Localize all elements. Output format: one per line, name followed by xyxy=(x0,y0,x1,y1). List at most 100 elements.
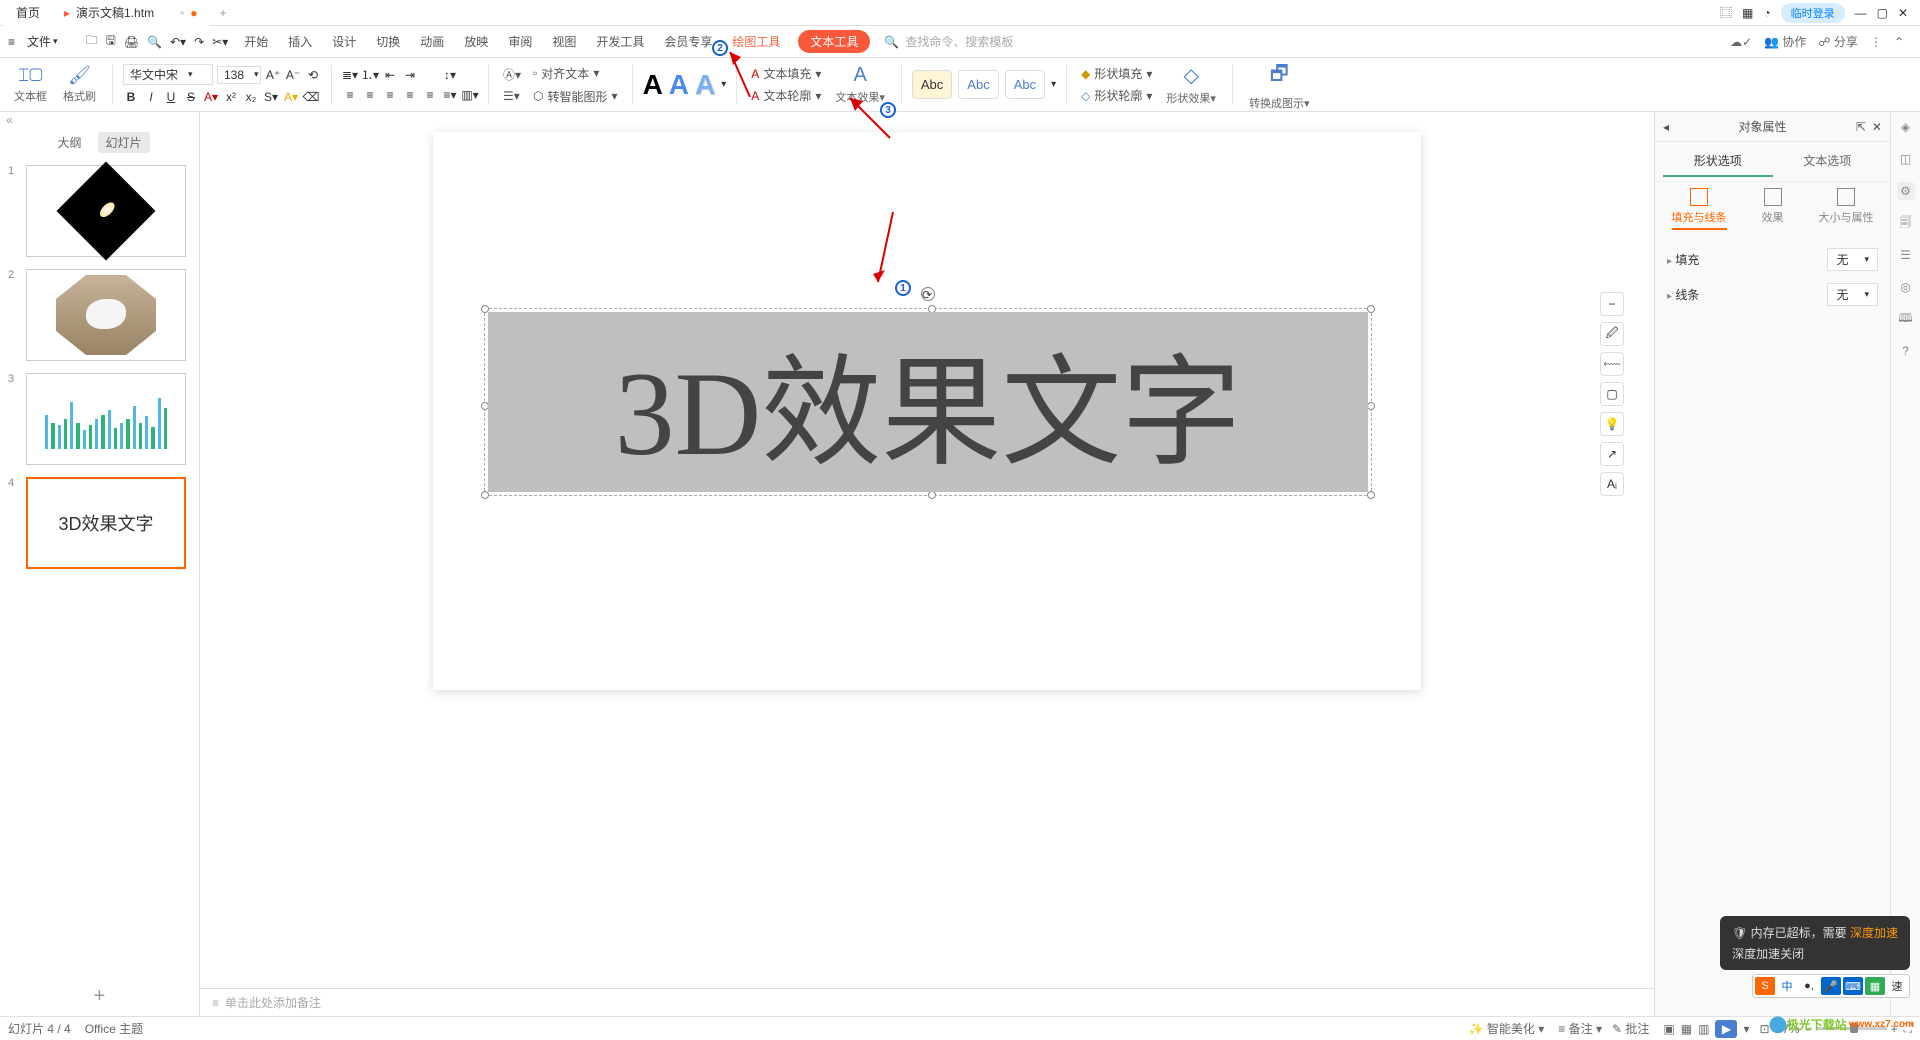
redo-icon[interactable]: ↷ xyxy=(194,35,204,49)
tab-review[interactable]: 审阅 xyxy=(506,33,534,50)
collapse-ribbon-icon[interactable]: ⌃ xyxy=(1894,35,1904,49)
fill-line-subtab[interactable]: 填充与线条 xyxy=(1672,188,1727,230)
text-fill-menu[interactable]: A文本填充▾ xyxy=(747,64,825,83)
italic-icon[interactable]: I xyxy=(143,89,159,105)
style-a-2[interactable]: A xyxy=(669,69,689,101)
abc-style-2[interactable]: Abc xyxy=(958,70,998,99)
line-section-toggle[interactable]: ▸ 线条 无▾ xyxy=(1665,277,1880,312)
numbering-icon[interactable]: ⒈▾ xyxy=(362,67,378,83)
add-slide-button[interactable]: + xyxy=(0,977,199,1016)
play-dropdown-icon[interactable]: ▾ xyxy=(1743,1022,1749,1036)
style-a-1[interactable]: A xyxy=(643,69,663,101)
align-justify-icon[interactable]: ≡ xyxy=(402,87,418,103)
idea-icon[interactable]: 💡 xyxy=(1600,412,1624,436)
ai-icon[interactable]: ⬳ xyxy=(1600,352,1624,376)
file-menu[interactable]: 文件▾ xyxy=(23,31,62,52)
style-a-3[interactable]: A xyxy=(695,69,715,101)
distribute-icon[interactable]: ≡ xyxy=(422,87,438,103)
grid-tool-icon[interactable]: ▢ xyxy=(1600,382,1624,406)
more-icon[interactable]: ⋮ xyxy=(1870,35,1882,49)
undo-icon[interactable]: ↶▾ xyxy=(170,35,186,49)
abc-style-3[interactable]: Abc xyxy=(1005,70,1045,99)
sup-icon[interactable]: x² xyxy=(223,89,239,105)
line-select[interactable]: 无▾ xyxy=(1827,283,1878,306)
arrow-tool-icon[interactable]: ↗ xyxy=(1600,442,1624,466)
line-spacing-icon[interactable]: ↕▾ xyxy=(442,67,458,83)
theme-name[interactable]: Office 主题 xyxy=(85,1020,143,1037)
text-options-tab[interactable]: 文本选项 xyxy=(1773,146,1883,177)
help-rail-icon[interactable]: ? xyxy=(1897,342,1915,360)
maximize-icon[interactable]: ▢ xyxy=(1877,6,1888,20)
font-name-select[interactable]: 华文中宋▾ xyxy=(123,64,213,85)
tab-dev[interactable]: 开发工具 xyxy=(594,33,646,50)
thumb-3[interactable]: 3 xyxy=(8,373,191,465)
ime-more-icon[interactable]: 速 xyxy=(1887,977,1907,995)
view-sorter-icon[interactable]: ▦ xyxy=(1681,1022,1692,1036)
font-shrink-icon[interactable]: A⁻ xyxy=(285,67,301,83)
view-reading-icon[interactable]: ▥ xyxy=(1698,1022,1709,1036)
thumb-4[interactable]: 4 3D效果文字 xyxy=(8,477,191,569)
panel-back-icon[interactable]: ◂ xyxy=(1663,120,1669,134)
more-styles-icon[interactable]: ▾ xyxy=(721,79,726,90)
zoom-out-icon[interactable]: − xyxy=(1600,292,1624,316)
slide-canvas[interactable]: ⟳ 3D效果文字 1 xyxy=(433,132,1421,690)
clear-format-icon[interactable]: ⌫ xyxy=(303,89,319,105)
rotate-handle-icon[interactable]: ⟳ xyxy=(921,287,935,301)
to-image-menu[interactable]: 🗗 转换成图示▾ xyxy=(1243,59,1316,111)
diamond-rail-icon[interactable]: ◈ xyxy=(1897,118,1915,136)
view-normal-icon[interactable]: ▣ xyxy=(1663,1022,1674,1036)
play-button[interactable]: ▶ xyxy=(1715,1020,1737,1038)
columns-icon[interactable]: ▥▾ xyxy=(462,87,478,103)
align-text-menu[interactable]: ▫对齐文本▾ xyxy=(529,64,622,83)
slide-count[interactable]: 幻灯片 4 / 4 xyxy=(8,1020,71,1037)
new-tab-button[interactable]: + xyxy=(210,6,237,20)
shadow-icon[interactable]: S▾ xyxy=(263,89,279,105)
tab-start[interactable]: 开始 xyxy=(242,33,270,50)
font-grow-icon[interactable]: A⁺ xyxy=(265,67,281,83)
settings-rail-icon[interactable]: ⚙ xyxy=(1897,182,1915,200)
change-case-icon[interactable]: ⟲ xyxy=(305,67,321,83)
notes-toggle[interactable]: ≡ 备注 ▾ xyxy=(1558,1020,1602,1037)
coop-button[interactable]: 👥 协作 xyxy=(1764,33,1806,50)
bold-icon[interactable]: B xyxy=(123,89,139,105)
bullets-icon[interactable]: ≣▾ xyxy=(342,67,358,83)
tab-draw-tool[interactable]: 绘图工具 xyxy=(730,33,782,50)
fill-section-toggle[interactable]: ▸ 填充 无▾ xyxy=(1665,242,1880,277)
format-painter-group[interactable]: 🖌 格式刷 xyxy=(57,65,102,104)
layout-icon[interactable]: ⿴ xyxy=(1720,4,1732,21)
search-bar[interactable]: 🔍 查找命令、搜索模板 xyxy=(884,33,1013,50)
tab-animation[interactable]: 动画 xyxy=(418,33,446,50)
thumb-2[interactable]: 2 xyxy=(8,269,191,361)
indent-dec-icon[interactable]: ⇤ xyxy=(382,67,398,83)
ime-grid-icon[interactable]: ▦ xyxy=(1865,977,1885,995)
beautify-button[interactable]: ✨ 智能美化 ▾ xyxy=(1469,1020,1545,1037)
outline-tab[interactable]: 大纲 xyxy=(49,132,89,153)
scissors-icon[interactable]: ✂▾ xyxy=(212,35,228,49)
ime-punct-icon[interactable]: ●, xyxy=(1799,977,1819,995)
abc-style-1[interactable]: Abc xyxy=(912,70,952,99)
underline-icon[interactable]: U xyxy=(163,89,179,105)
align-center-icon[interactable]: ≡ xyxy=(362,87,378,103)
tab-view[interactable]: 视图 xyxy=(550,33,578,50)
hamburger-icon[interactable]: ≡ xyxy=(8,35,15,49)
eye-rail-icon[interactable]: ◎ xyxy=(1897,278,1915,296)
indent-inc-icon[interactable]: ⇥ xyxy=(402,67,418,83)
tab-insert[interactable]: 插入 xyxy=(286,33,314,50)
slides-tab[interactable]: 幻灯片 xyxy=(98,132,150,153)
book-rail-icon[interactable]: 🕮 xyxy=(1897,310,1915,328)
align-left-icon[interactable]: ≡ xyxy=(342,87,358,103)
minimize-icon[interactable]: — xyxy=(1855,6,1867,20)
thumb-1[interactable]: 1 xyxy=(8,165,191,257)
valign-icon[interactable]: ≡▾ xyxy=(442,87,458,103)
font-size-select[interactable]: 138▾ xyxy=(217,66,261,84)
notes-bar[interactable]: ≡ 单击此处添加备注 xyxy=(200,988,1654,1016)
shape-fill-menu[interactable]: ◆形状填充▾ xyxy=(1077,64,1156,83)
tab-document[interactable]: ▸ 演示文稿1.htm • ● xyxy=(52,0,210,26)
textbox-group[interactable]: ⌶▢ 文本框 xyxy=(8,65,53,104)
text-effect-menu[interactable]: A 文本效果▾ xyxy=(829,64,891,105)
ime-keyboard-icon[interactable]: ⌨ xyxy=(1843,977,1863,995)
text-direction[interactable]: Ⓐ▾ xyxy=(499,65,525,84)
tab-design[interactable]: 设计 xyxy=(330,33,358,50)
ime-bar[interactable]: S 中 ●, 🎤 ⌨ ▦ 速 xyxy=(1752,974,1910,998)
align-right-icon[interactable]: ≡ xyxy=(382,87,398,103)
